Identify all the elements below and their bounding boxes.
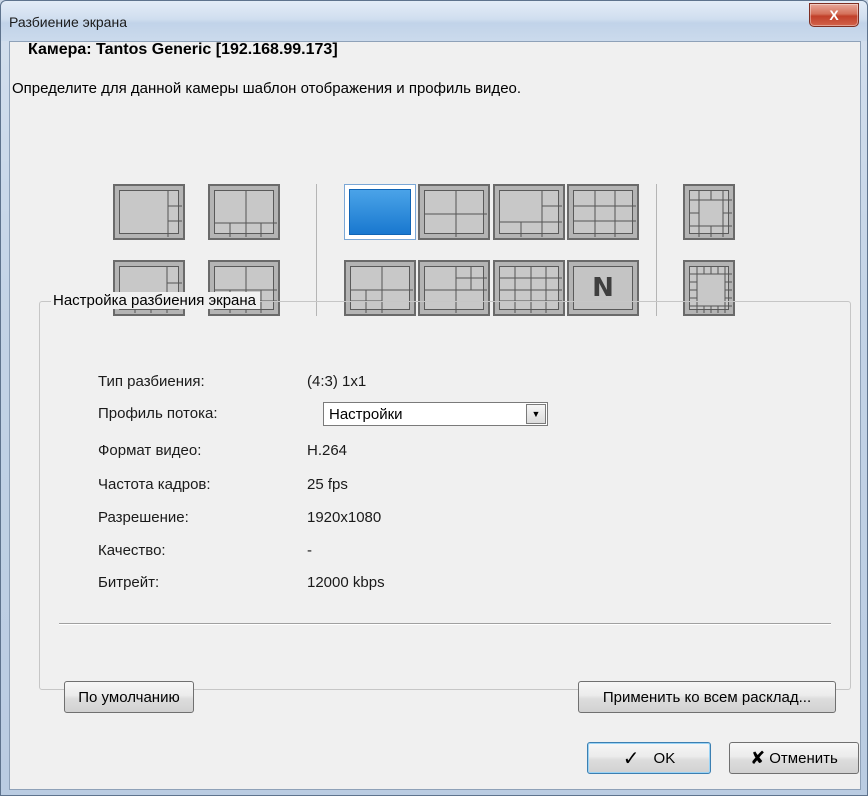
quality-value: - xyxy=(307,542,312,559)
layout-preview-icon xyxy=(349,189,411,235)
bitrate-value: 12000 kbps xyxy=(307,574,385,591)
video-format-label: Формат видео: xyxy=(98,442,202,459)
stream-profile-selected-value: Настройки xyxy=(329,406,403,423)
ok-label: OK xyxy=(653,749,676,767)
quality-label: Качество: xyxy=(98,542,166,559)
ok-button[interactable]: ✓ OK xyxy=(587,742,711,774)
split-type-value: (4:3) 1x1 xyxy=(307,373,367,390)
layout-tile-2plus4[interactable] xyxy=(208,184,280,240)
frame-rate-label: Частота кадров: xyxy=(98,476,211,493)
layout-tile-1plus5b[interactable] xyxy=(493,184,565,240)
resolution-label: Разрешение: xyxy=(98,509,189,526)
tile-group-divider xyxy=(316,184,317,316)
bitrate-label: Битрейт: xyxy=(98,574,160,591)
camera-title: Камера: Tantos Generic [192.168.99.173] xyxy=(28,41,338,58)
layout-preview-icon xyxy=(499,190,562,237)
apply-to-all-layouts-button[interactable]: Применить ко всем расклад... xyxy=(578,681,836,713)
instruction-text: Определите для данной камеры шаблон отоб… xyxy=(12,80,522,97)
layout-tile-2x2[interactable] xyxy=(418,184,490,240)
layout-tile-frame-4x4[interactable] xyxy=(683,184,735,240)
layout-preview-icon xyxy=(573,190,636,237)
settings-groupbox xyxy=(39,301,851,690)
divider xyxy=(59,623,831,624)
layout-tile-1x1-selected[interactable] xyxy=(344,184,416,240)
tile-group-divider xyxy=(656,184,657,316)
stream-profile-select[interactable]: Настройки ▼ xyxy=(323,402,548,426)
cancel-button[interactable]: ✘ Отменить xyxy=(729,742,859,774)
layout-preview-icon xyxy=(424,190,487,237)
check-icon: ✓ xyxy=(622,747,640,770)
title-bar[interactable]: Разбиение экрана X xyxy=(1,1,867,41)
close-icon: ✘ xyxy=(750,747,766,768)
frame-rate-value: 25 fps xyxy=(307,476,348,493)
video-format-value: H.264 xyxy=(307,442,348,459)
stream-profile-label: Профиль потока: xyxy=(98,405,218,422)
layout-preview-icon xyxy=(214,190,277,237)
split-type-label: Тип разбиения: xyxy=(98,373,205,390)
resolution-value: 1920x1080 xyxy=(307,509,382,526)
layout-tile-1plus3[interactable] xyxy=(113,184,185,240)
layout-preview-icon xyxy=(119,190,182,237)
layout-tile-3x3[interactable] xyxy=(567,184,639,240)
chevron-down-icon[interactable]: ▼ xyxy=(526,404,546,424)
cancel-label: Отменить xyxy=(769,749,838,767)
close-button[interactable]: X xyxy=(809,3,859,27)
window-title: Разбиение экрана xyxy=(9,14,127,30)
dialog-window: Разбиение экрана X Камера: Tantos Generi… xyxy=(0,0,868,796)
default-button[interactable]: По умолчанию xyxy=(64,681,194,713)
settings-group-legend: Настройка разбиения экрана xyxy=(51,292,261,309)
n-label: N xyxy=(592,273,614,303)
layout-preview-icon xyxy=(689,190,732,237)
